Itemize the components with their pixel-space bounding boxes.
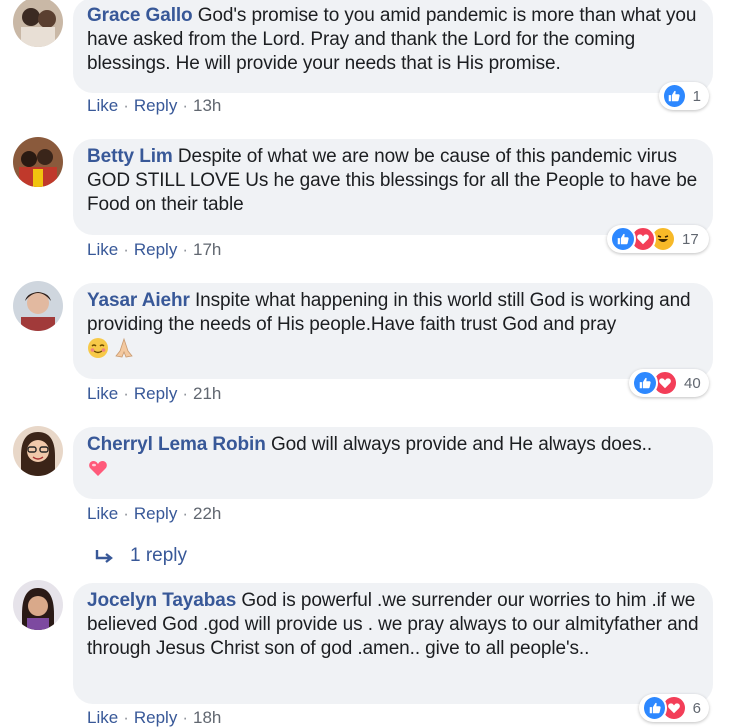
like-link[interactable]: Like [87, 240, 118, 259]
like-link[interactable]: Like [87, 504, 118, 523]
timestamp[interactable]: 21h [193, 384, 221, 403]
like-link[interactable]: Like [87, 708, 118, 727]
comment-bubble: Cherryl Lema Robin God will always provi… [73, 427, 713, 499]
timestamp[interactable]: 18h [193, 708, 221, 727]
reaction-count: 1 [692, 87, 701, 105]
heart-emoji [89, 460, 107, 476]
comment-author[interactable]: Yasar Aiehr [87, 290, 190, 311]
comment-bubble: Grace Gallo God's promise to you amid pa… [73, 0, 713, 93]
like-reaction-icon [642, 695, 668, 721]
comment-actions: Like · Reply · 17h [87, 240, 222, 259]
avatar[interactable] [13, 426, 63, 476]
like-reaction-icon [662, 83, 687, 109]
comment-text: Despite of what we are now be cause of t… [87, 146, 698, 215]
timestamp[interactable]: 17h [193, 240, 221, 259]
comment-text: God will always provide and He always do… [270, 434, 653, 455]
comment-author[interactable]: Betty Lim [87, 146, 173, 167]
reaction-count: 6 [692, 699, 701, 717]
replies-count-label[interactable]: 1 reply [130, 545, 187, 567]
view-replies-link[interactable]: 1 reply [94, 545, 187, 567]
reaction-count: 17 [682, 230, 699, 248]
reply-link[interactable]: Reply [134, 384, 177, 403]
reply-link[interactable]: Reply [134, 708, 177, 727]
avatar[interactable] [13, 0, 63, 47]
reactions-summary[interactable]: 1 [659, 82, 709, 110]
praying-hands-emoji [115, 337, 133, 358]
like-link[interactable]: Like [87, 384, 118, 403]
like-link[interactable]: Like [87, 96, 118, 115]
reaction-count: 40 [684, 374, 701, 392]
comment-bubble: Jocelyn Tayabas God is powerful .we surr… [73, 583, 713, 704]
like-reaction-icon [632, 370, 658, 396]
timestamp[interactable]: 22h [193, 504, 221, 523]
timestamp[interactable]: 13h [193, 96, 221, 115]
avatar[interactable] [13, 137, 63, 187]
relieved-face-emoji [88, 338, 108, 358]
reactions-summary[interactable]: 17 [607, 225, 709, 253]
reply-link[interactable]: Reply [134, 240, 177, 259]
comment-bubble: Betty Lim Despite of what we are now be … [73, 139, 713, 235]
like-reaction-icon [610, 226, 636, 252]
comment-bubble: Yasar Aiehr Inspite what happening in th… [73, 283, 713, 379]
avatar[interactable] [13, 281, 63, 331]
comment-author[interactable]: Cherryl Lema Robin [87, 434, 266, 455]
comment-actions: Like · Reply · 18h [87, 708, 222, 727]
reply-arrow-icon [95, 550, 113, 563]
reactions-summary[interactable]: 6 [639, 694, 709, 722]
reply-link[interactable]: Reply [134, 504, 177, 523]
comment-actions: Like · Reply · 13h [87, 96, 222, 115]
reply-link[interactable]: Reply [134, 96, 177, 115]
comment-author[interactable]: Grace Gallo [87, 5, 193, 26]
comment-author[interactable]: Jocelyn Tayabas [87, 590, 236, 611]
reactions-summary[interactable]: 40 [629, 369, 709, 397]
comment-actions: Like · Reply · 22h [87, 504, 222, 523]
avatar[interactable] [13, 580, 63, 630]
comment-actions: Like · Reply · 21h [87, 384, 222, 403]
